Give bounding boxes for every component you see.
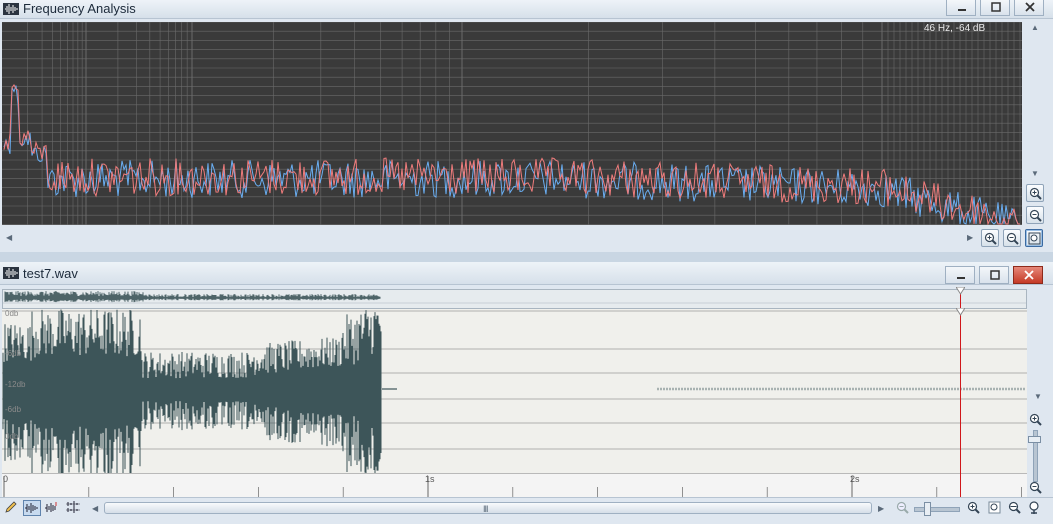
spectrum-trace (3, 83, 1020, 226)
minimize-button[interactable] (946, 0, 976, 16)
time-label: 2s (850, 474, 860, 484)
ruler-ticks (3, 476, 1022, 497)
scroll-left-icon[interactable]: ◀ (6, 234, 12, 242)
db-label: -12db (5, 380, 26, 389)
spectrum-graph (2, 21, 1022, 226)
db-label: -6db (5, 349, 22, 358)
waveform-titlebar[interactable]: test7.wav (0, 262, 1053, 285)
scroll-up-icon[interactable]: ▲ (1031, 24, 1039, 32)
minimize-button[interactable] (945, 266, 975, 284)
minimize-icon (957, 277, 965, 279)
waveform-view-icon (25, 503, 38, 513)
close-button[interactable] (1013, 266, 1043, 284)
close-icon (1025, 2, 1035, 12)
zoom-out-horizontal-icon[interactable] (896, 501, 910, 515)
scroll-right-icon[interactable]: ▶ (878, 505, 884, 513)
zoom-out-icon (1029, 209, 1042, 222)
overview-waveform (3, 291, 1026, 304)
scroll-down-icon[interactable]: ▼ (1034, 393, 1042, 401)
zoom-full-icon[interactable] (1008, 501, 1022, 515)
scroll-grip: III (483, 504, 488, 514)
playhead-cursor[interactable] (960, 288, 962, 497)
horizontal-zoom-slider[interactable] (914, 507, 960, 512)
waveform-trace (657, 387, 1025, 391)
spectral-view-button[interactable] (44, 500, 62, 516)
waveform-logo-icon (3, 3, 19, 15)
maximize-icon (991, 2, 1001, 12)
scroll-right-icon[interactable]: ▶ (967, 234, 973, 242)
waveform-display[interactable]: 0db -6db -12db -6db 0db (2, 309, 1027, 478)
playhead-marker-icon[interactable] (956, 308, 966, 316)
horizontal-scrollbar-thumb[interactable]: III (104, 502, 872, 514)
waveform-view-button[interactable] (23, 500, 41, 516)
vertical-scrollbar[interactable]: ▲ ▼ (1023, 22, 1043, 180)
close-icon (1024, 270, 1034, 280)
bottom-toolbar: ◀ III ▶ (0, 497, 1053, 519)
zoom-in-icon[interactable] (1029, 413, 1042, 426)
horizontal-zoom-thumb[interactable] (924, 502, 931, 516)
scroll-down-icon[interactable]: ▼ (1031, 170, 1039, 178)
pencil-tool-button[interactable] (3, 500, 21, 516)
zoom-in-horizontal-button[interactable] (981, 229, 999, 247)
maximize-button[interactable] (980, 0, 1010, 16)
stereo-view-icon (66, 501, 80, 513)
vertical-zoom-thumb[interactable] (1028, 436, 1041, 443)
horizontal-scrollbar[interactable]: ◀ ▶ (2, 228, 977, 248)
overview-trace (4, 291, 381, 303)
zoom-in-icon (1029, 187, 1042, 200)
scroll-left-icon[interactable]: ◀ (92, 505, 98, 513)
zoom-out-icon (1006, 232, 1019, 245)
spectrum-trace (3, 85, 1020, 225)
playhead-marker-icon[interactable] (956, 287, 966, 295)
pencil-icon (5, 501, 17, 513)
frequency-spectrum-plot[interactable] (2, 21, 1022, 226)
db-label: 0db (5, 309, 19, 318)
zoom-out-icon[interactable] (1029, 481, 1042, 494)
vertical-scrollbar[interactable]: ▼ (1028, 289, 1050, 401)
stereo-view-button[interactable] (65, 500, 83, 516)
zoom-full-icon (1028, 232, 1041, 245)
time-ruler[interactable]: 0 1s 2s (2, 473, 1027, 497)
zoom-fit-icon[interactable] (1028, 501, 1042, 515)
zoom-selection-icon[interactable] (988, 501, 1002, 515)
frequency-analysis-window: Frequency Analysis 46 Hz, -64 dB ▲ ▼ ◀ ▶ (0, 0, 1053, 252)
window-title: test7.wav (23, 266, 78, 281)
db-label: 0db (5, 432, 19, 441)
zoom-in-horizontal-icon[interactable] (967, 501, 981, 515)
waveform-logo-icon (3, 267, 19, 279)
cursor-readout: 46 Hz, -64 dB (924, 23, 986, 34)
spectral-view-icon (45, 502, 57, 512)
zoom-full-button[interactable] (1025, 229, 1043, 247)
waveform-trace (2, 309, 382, 478)
close-button[interactable] (1014, 0, 1044, 16)
minimize-icon (958, 9, 966, 11)
window-title: Frequency Analysis (23, 1, 136, 16)
zoom-out-horizontal-button[interactable] (1003, 229, 1021, 247)
time-label: 1s (425, 474, 435, 484)
zoom-in-vertical-button[interactable] (1026, 184, 1044, 202)
frequency-analysis-titlebar[interactable]: Frequency Analysis (0, 0, 1053, 19)
zoom-in-icon (984, 232, 997, 245)
waveform-graph (2, 309, 1027, 478)
zoom-out-vertical-button[interactable] (1026, 206, 1044, 224)
maximize-button[interactable] (979, 266, 1009, 284)
waveform-overview[interactable] (2, 289, 1027, 309)
time-label: 0 (3, 474, 9, 484)
db-label: -6db (5, 405, 22, 414)
maximize-icon (990, 270, 1000, 280)
